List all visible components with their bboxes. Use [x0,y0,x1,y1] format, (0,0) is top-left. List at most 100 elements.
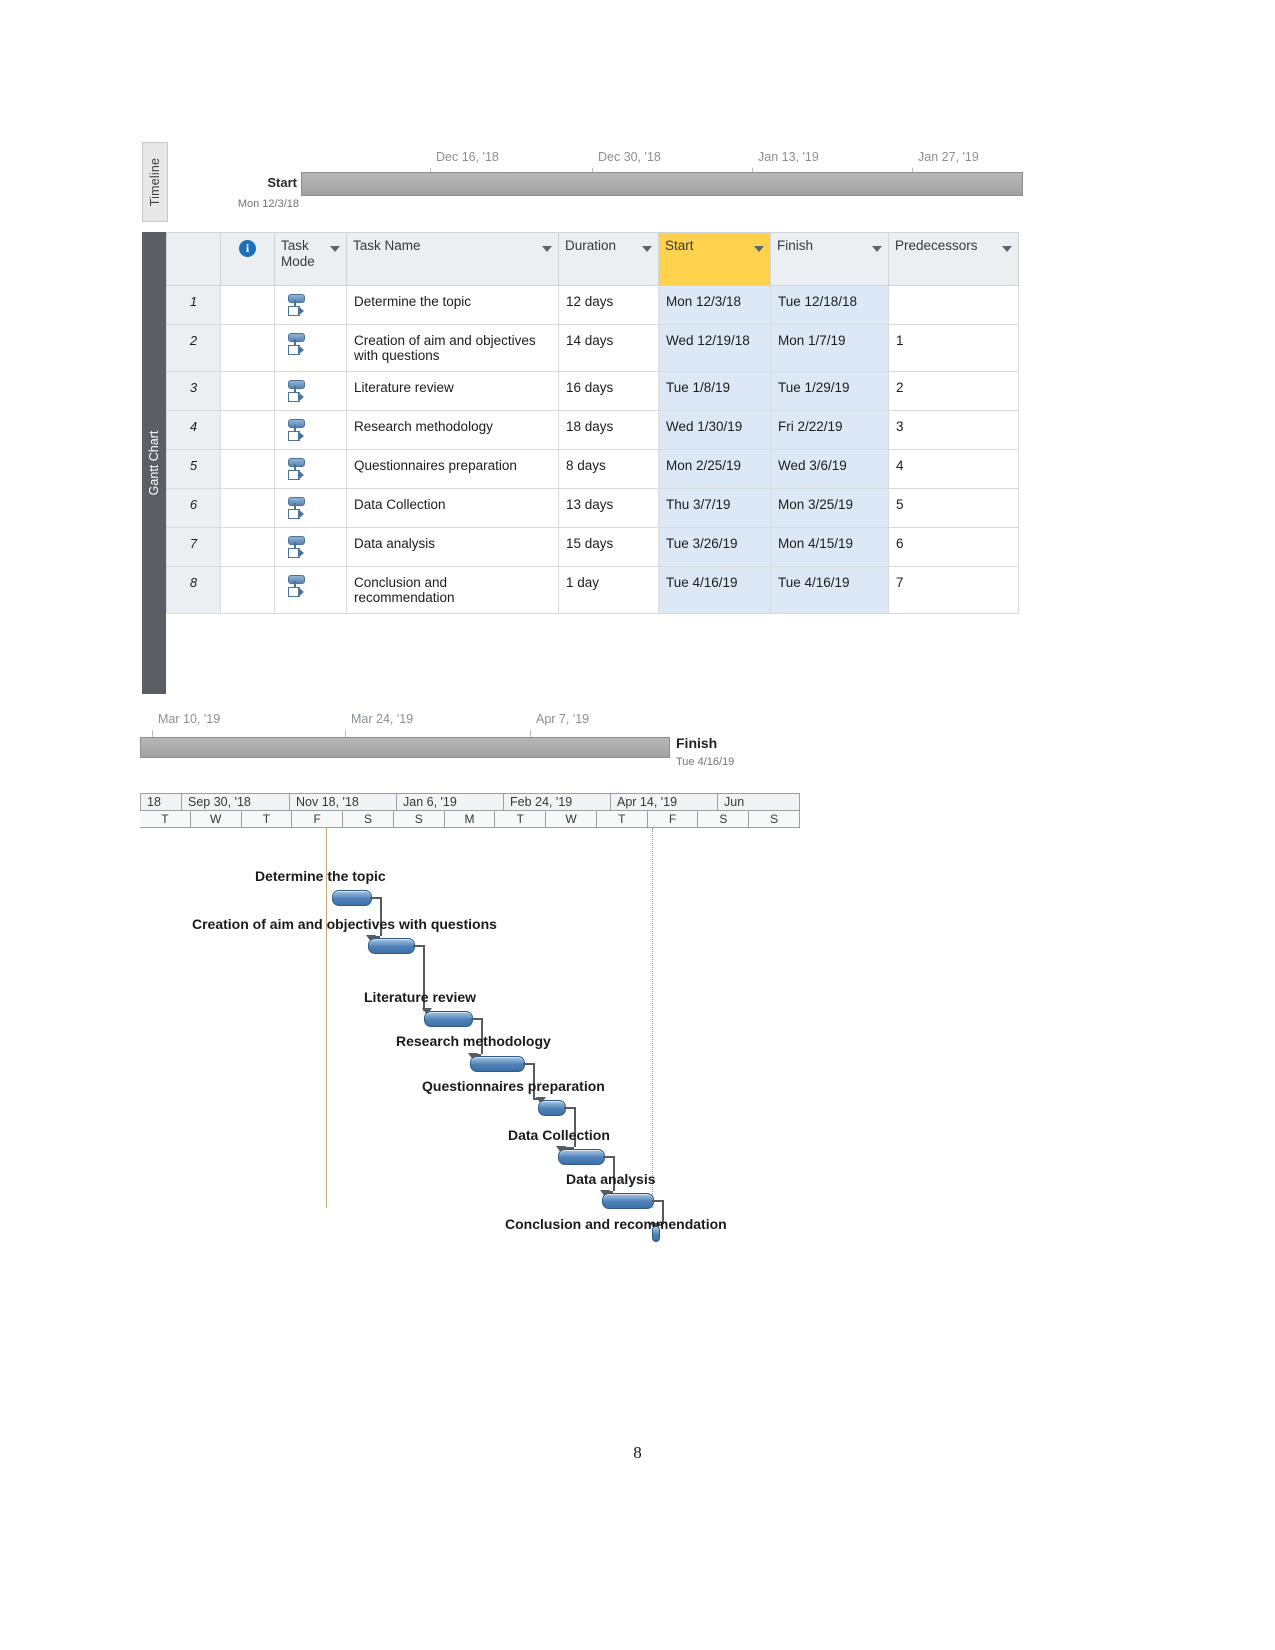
gantt-bar[interactable] [424,1011,473,1027]
start-date-cell[interactable]: Wed 1/30/19 [658,410,771,450]
task-mode-cell[interactable] [274,285,347,325]
task-name-cell[interactable]: Determine the topic [346,285,559,325]
task-mode-cell[interactable] [274,527,347,567]
chevron-down-icon[interactable] [872,246,882,252]
start-date-cell[interactable]: Tue 4/16/19 [658,566,771,614]
table-row[interactable]: 1 Determine the topic 12 days Mon 12/3/18 Tu… [166,285,1019,325]
row-id-cell[interactable]: 2 [166,324,221,372]
predecessors-cell[interactable]: 1 [888,324,1019,372]
predecessors-cell[interactable]: 5 [888,488,1019,528]
gantt-bar[interactable] [470,1056,525,1072]
gantt-bar[interactable] [558,1149,605,1165]
table-row[interactable]: 2 Creation of aim and objectives with que… [166,324,1019,372]
start-date-cell[interactable]: Wed 12/19/18 [658,324,771,372]
finish-date-cell[interactable]: Tue 1/29/19 [770,371,889,411]
chevron-down-icon[interactable] [754,246,764,252]
timeline-project-bar[interactable] [301,172,1023,196]
duration-cell[interactable]: 13 days [558,488,659,528]
duration-cell[interactable]: 1 day [558,566,659,614]
finish-date-cell[interactable]: Wed 3/6/19 [770,449,889,489]
task-name-cell[interactable]: Literature review [346,371,559,411]
chevron-down-icon[interactable] [330,246,340,252]
duration-cell[interactable]: 12 days [558,285,659,325]
task-name-cell[interactable]: Data Collection [346,488,559,528]
start-date-cell[interactable]: Thu 3/7/19 [658,488,771,528]
task-name-cell[interactable]: Creation of aim and objectives with ques… [346,324,559,372]
table-row[interactable]: 4 Research methodology 18 days Wed 1/30/19 F… [166,410,1019,450]
row-id-cell[interactable]: 7 [166,527,221,567]
table-row[interactable]: 3 Literature review 16 days Tue 1/8/19 Tue 1… [166,371,1019,411]
finish-date-cell[interactable]: Mon 1/7/19 [770,324,889,372]
start-date-cell[interactable]: Mon 12/3/18 [658,285,771,325]
row-id-cell[interactable]: 5 [166,449,221,489]
start-date-cell[interactable]: Mon 2/25/19 [658,449,771,489]
chevron-down-icon[interactable] [542,246,552,252]
predecessors-cell[interactable]: 2 [888,371,1019,411]
task-mode-cell[interactable] [274,449,347,489]
table-row[interactable]: 7 Data analysis 15 days Tue 3/26/19 Mon 4/15… [166,527,1019,567]
column-header-predecessors[interactable]: Predecessors [888,232,1019,286]
task-name-cell[interactable]: Research methodology [346,410,559,450]
indicator-cell[interactable] [220,566,275,614]
column-header-finish[interactable]: Finish [770,232,889,286]
indicator-cell[interactable] [220,527,275,567]
predecessors-cell[interactable]: 4 [888,449,1019,489]
task-mode-cell[interactable] [274,324,347,372]
column-header-indicator[interactable]: i [220,232,275,286]
task-mode-cell[interactable] [274,566,347,614]
finish-date-cell[interactable]: Fri 2/22/19 [770,410,889,450]
gantt-bar[interactable] [652,1226,660,1242]
predecessors-cell[interactable]: 6 [888,527,1019,567]
gantt-bar[interactable] [368,938,415,954]
chevron-down-icon[interactable] [1002,246,1012,252]
gantt-chart-view-tab[interactable]: Gantt Chart [142,232,166,694]
task-name-cell[interactable]: Data analysis [346,527,559,567]
predecessors-cell[interactable]: 3 [888,410,1019,450]
predecessors-cell[interactable]: 7 [888,566,1019,614]
task-mode-cell[interactable] [274,488,347,528]
duration-cell[interactable]: 18 days [558,410,659,450]
finish-timeline-scale: Mar 10, '19 Mar 24, '19 Apr 7, '19 [140,712,700,739]
duration-cell[interactable]: 14 days [558,324,659,372]
duration-cell[interactable]: 16 days [558,371,659,411]
row-id-cell[interactable]: 8 [166,566,221,614]
table-row[interactable]: 5 Questionnaires preparation 8 days Mon 2/2… [166,449,1019,489]
indicator-cell[interactable] [220,371,275,411]
table-row[interactable]: 8 Conclusion and recommendation 1 day Tue 4… [166,566,1019,614]
start-date-cell[interactable]: Tue 3/26/19 [658,527,771,567]
column-header-id[interactable] [166,232,221,286]
gantt-bar[interactable] [332,890,372,906]
indicator-cell[interactable] [220,488,275,528]
task-mode-cell[interactable] [274,410,347,450]
finish-date-cell[interactable]: Tue 12/18/18 [770,285,889,325]
column-header-duration[interactable]: Duration [558,232,659,286]
table-row[interactable]: 6 Data Collection 13 days Thu 3/7/19 Mon 3/2… [166,488,1019,528]
auto-scheduled-icon [286,497,306,519]
task-name-cell[interactable]: Conclusion and recommendation [346,566,559,614]
indicator-cell[interactable] [220,285,275,325]
row-id-cell[interactable]: 1 [166,285,221,325]
indicator-cell[interactable] [220,324,275,372]
column-header-start[interactable]: Start [658,232,771,286]
column-header-task-mode[interactable]: Task Mode [274,232,347,286]
duration-cell[interactable]: 15 days [558,527,659,567]
task-mode-cell[interactable] [274,371,347,411]
row-id-cell[interactable]: 3 [166,371,221,411]
gantt-bar[interactable] [538,1100,566,1116]
indicator-cell[interactable] [220,449,275,489]
chevron-down-icon[interactable] [642,246,652,252]
column-header-task-name[interactable]: Task Name [346,232,559,286]
duration-cell[interactable]: 8 days [558,449,659,489]
timeline-view-tab[interactable]: Timeline [142,142,168,222]
finish-date-cell[interactable]: Tue 4/16/19 [770,566,889,614]
indicator-cell[interactable] [220,410,275,450]
predecessors-cell[interactable] [888,285,1019,325]
finish-timeline-bar[interactable] [140,737,670,758]
row-id-cell[interactable]: 6 [166,488,221,528]
finish-date-cell[interactable]: Mon 4/15/19 [770,527,889,567]
finish-date-cell[interactable]: Mon 3/25/19 [770,488,889,528]
row-id-cell[interactable]: 4 [166,410,221,450]
task-name-cell[interactable]: Questionnaires preparation [346,449,559,489]
gantt-bar[interactable] [602,1193,654,1209]
start-date-cell[interactable]: Tue 1/8/19 [658,371,771,411]
